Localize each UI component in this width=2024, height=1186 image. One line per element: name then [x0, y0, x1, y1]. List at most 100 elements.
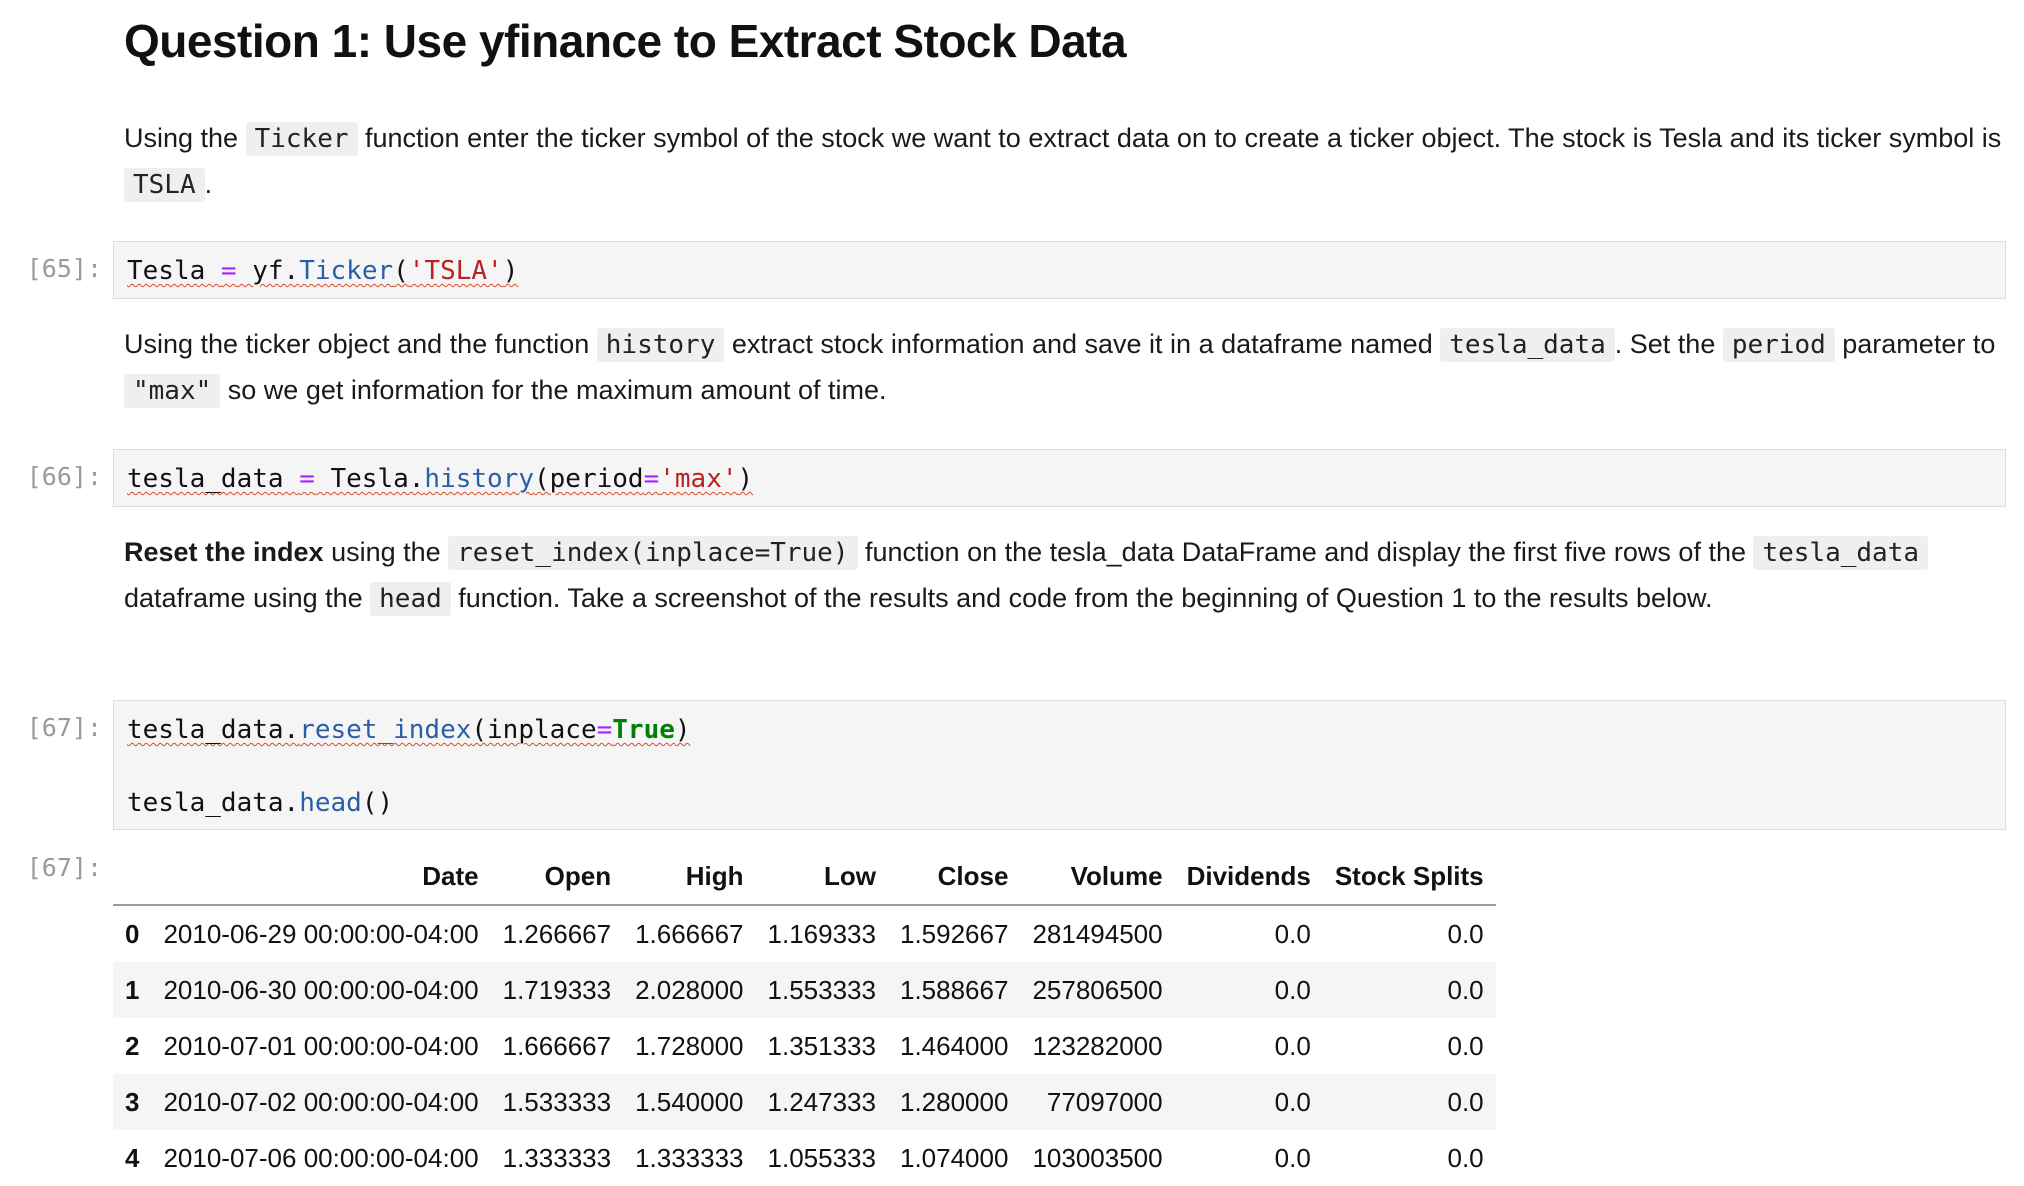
table-cell: 0.0 [1274, 1030, 1311, 1061]
table-cell: 1.592667 [899, 918, 1009, 949]
code-token: (period [534, 464, 644, 494]
column-header-dividends: Dividends [1174, 848, 1323, 906]
table-cell: 257806500 [1020, 962, 1175, 1018]
code-token: reset_index [299, 715, 472, 745]
inline-code-history: history [596, 328, 725, 362]
column-header-index [113, 848, 152, 906]
input-prompt-67: [67]: [26, 713, 102, 742]
row-index: 3 [113, 1074, 152, 1130]
code-token: tesla_data. [127, 788, 300, 818]
row-index: 1 [113, 962, 152, 1018]
table-cell: 1.280000 [887, 1074, 1021, 1130]
column-header-low: Low [755, 848, 888, 906]
code-token: = [596, 715, 613, 745]
code-token: = [643, 464, 660, 494]
table-cell: 123282000 [1032, 1030, 1163, 1061]
code-token: tesla_data. [127, 715, 300, 745]
row-index: 2 [125, 1030, 140, 1061]
text: Using the ticker object and the function [124, 329, 597, 359]
table-cell: 77097000 [1020, 1074, 1175, 1130]
code-token: = [299, 464, 315, 494]
row-index: 0 [125, 918, 140, 949]
code-token: = [220, 256, 237, 286]
text: . Set the [1614, 329, 1723, 359]
column-header-stock-splits: Stock Splits [1322, 848, 1496, 906]
column-header-open: Open [490, 848, 624, 906]
code-token: tesla_data = Tesla.history(period='max') [127, 464, 753, 494]
history-paragraph: Using the ticker object and the function… [124, 322, 2004, 414]
question-heading: Question 1: Use yfinance to Extract Stoc… [124, 15, 1127, 67]
text: function on the tesla_data DataFrame and… [857, 537, 1754, 567]
code-token: Tesla [127, 256, 221, 286]
code-token: ( [393, 256, 409, 286]
table-cell: 1.588667 [887, 962, 1021, 1018]
code-token: 'TSLA' [408, 256, 503, 286]
table-cell: 1.666667 [635, 918, 744, 949]
table-cell: 1.247333 [755, 1074, 888, 1130]
table-header-row: Date Open High Low Close Volume Dividend… [113, 848, 1496, 906]
code-cell-65[interactable]: Tesla = yf.Ticker('TSLA') [113, 241, 2006, 299]
inline-code-head: head [370, 582, 451, 616]
bold-text: Reset the index [124, 537, 324, 567]
code-token: Ticker [299, 256, 394, 286]
table-cell: 2010-06-29 00:00:00-04:00 [163, 918, 479, 949]
table-cell: 0.0 [1447, 918, 1484, 949]
reset-index-paragraph: Reset the index using the reset_index(in… [124, 530, 2004, 622]
input-prompt-66: [66]: [26, 462, 102, 491]
inline-code-max: "max" [124, 374, 221, 408]
table-cell: 1.540000 [623, 1074, 756, 1130]
inline-code-tesla-data: tesla_data [1753, 536, 1929, 570]
code-cell-67[interactable]: tesla_data.reset_index(inplace=True) tes… [113, 700, 2006, 830]
code-token: True [612, 715, 675, 745]
code-line[interactable]: Tesla = yf.Ticker('TSLA') [114, 242, 2005, 287]
code-line[interactable]: tesla_data.reset_index(inplace=True) [114, 701, 2005, 746]
code-token: history [424, 464, 534, 494]
inline-code-tesla-data: tesla_data [1440, 328, 1615, 362]
markdown-cell-history: Using the ticker object and the function… [124, 322, 2004, 414]
output-prompt-67: [67]: [26, 853, 102, 882]
table-cell: 2.028000 [623, 962, 756, 1018]
text: function. Take a screenshot of the resul… [450, 583, 1713, 613]
intro-paragraph: Using the Ticker function enter the tick… [124, 116, 2004, 208]
code-token: ) [502, 256, 519, 286]
code-token: tesla_data.reset_index(inplace=True) [127, 715, 691, 745]
code-token: Tesla. [314, 464, 425, 494]
column-header-date: Date [151, 848, 491, 906]
inline-code-tsla: TSLA [124, 168, 205, 202]
table-cell: 0.0 [1322, 1074, 1496, 1130]
text: using the [323, 537, 449, 567]
table-row: 2 2010-07-01 00:00:00-04:00 1.666667 1.7… [113, 1018, 1496, 1074]
table-cell: 1.533333 [490, 1074, 624, 1130]
code-token: Tesla = yf.Ticker('TSLA') [127, 256, 518, 286]
code-token: () [361, 788, 394, 818]
column-header-high: High [623, 848, 756, 906]
code-line[interactable]: tesla_data = Tesla.history(period='max') [114, 450, 2005, 495]
markdown-cell-reset-index: Reset the index using the reset_index(in… [124, 530, 2004, 622]
inline-code-period: period [1722, 328, 1835, 362]
table-cell: 0.0 [1274, 918, 1311, 949]
dataframe-output-table: Date Open High Low Close Volume Dividend… [113, 848, 1496, 1186]
code-token: (inplace [471, 715, 597, 745]
table-cell: 0.0 [1174, 962, 1323, 1018]
table-cell: 1.351333 [767, 1030, 876, 1061]
code-token: ) [674, 715, 691, 745]
inline-code-ticker: Ticker [245, 122, 358, 156]
table-cell: 0.0 [1447, 1030, 1484, 1061]
text: . [204, 169, 213, 199]
table-cell: 0.0 [1322, 962, 1496, 1018]
code-token: head [299, 788, 362, 818]
input-prompt-65: [65]: [26, 254, 102, 283]
code-line[interactable]: tesla_data.head() [114, 746, 2005, 819]
table-row: 1 2010-06-30 00:00:00-04:00 1.719333 2.0… [113, 962, 1496, 1018]
column-header-volume: Volume [1020, 848, 1175, 906]
code-token: yf. [236, 256, 300, 286]
table-cell: 1.169333 [767, 918, 876, 949]
table-cell: 2010-07-02 00:00:00-04:00 [151, 1074, 491, 1130]
inline-code-reset-index: reset_index(inplace=True) [448, 536, 858, 570]
table-cell: 1.719333 [490, 962, 624, 1018]
table-cell: 0.0 [1174, 1074, 1323, 1130]
table-cell: 1.464000 [899, 1030, 1009, 1061]
column-header-close: Close [887, 848, 1021, 906]
code-cell-66[interactable]: tesla_data = Tesla.history(period='max') [113, 449, 2006, 507]
code-token: 'max' [659, 464, 738, 494]
